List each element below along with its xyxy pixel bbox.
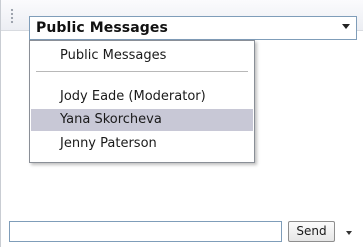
recipient-select-label: Public Messages <box>36 20 168 36</box>
message-input[interactable] <box>9 221 282 242</box>
chevron-down-icon[interactable] <box>342 24 350 29</box>
recipient-select[interactable]: Public Messages <box>29 16 357 40</box>
dropdown-item-public-messages[interactable]: Public Messages <box>31 45 253 67</box>
grip-icon[interactable] <box>10 8 14 24</box>
recipient-dropdown: Public Messages Jody Eade (Moderator) Ya… <box>29 40 255 163</box>
chevron-down-icon[interactable] <box>346 231 352 235</box>
chat-panel: Public Messages Public Messages Jody Ead… <box>0 0 363 247</box>
dropdown-item-jody-eade[interactable]: Jody Eade (Moderator) <box>31 86 253 108</box>
dropdown-item-jenny-paterson[interactable]: Jenny Paterson <box>31 133 253 155</box>
dropdown-separator <box>36 71 248 72</box>
send-button[interactable]: Send <box>288 221 335 242</box>
dropdown-item-yana-skorcheva[interactable]: Yana Skorcheva <box>31 109 253 131</box>
